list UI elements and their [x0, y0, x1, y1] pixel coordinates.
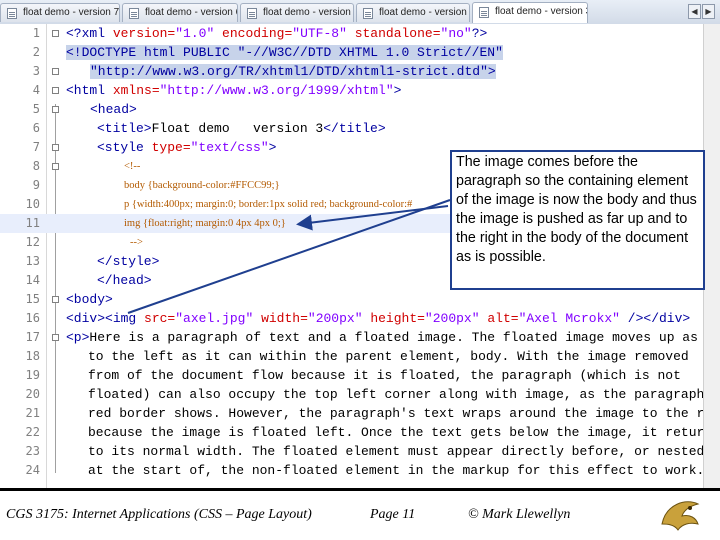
code-text: </style> [97, 254, 160, 269]
code-line-19: 19 from of the document flow because it … [0, 366, 720, 385]
scroll-left-icon[interactable]: ◀ [688, 4, 701, 19]
author: © Mark Llewellyn [468, 507, 571, 522]
line-number: 9 [32, 178, 40, 192]
code-text: <body> [66, 292, 113, 307]
code-text: p {width:400px; margin:0; border:1px sol… [124, 199, 413, 210]
code-text: to the left as it can within the parent … [88, 349, 689, 364]
code-text: <head> [90, 102, 137, 117]
code-text: <?xml version="1.0" encoding="UTF-8" sta… [66, 26, 488, 41]
line-number: 1 [32, 26, 40, 40]
code-text: <div><img src="axel.jpg" width="200px" h… [66, 311, 691, 326]
code-text: <!DOCTYPE html PUBLIC "-//W3C//DTD XHTML… [66, 45, 503, 60]
tab-label: float demo - version 7.html [23, 7, 120, 18]
file-icon [479, 7, 489, 18]
scroll-right-icon[interactable]: ▶ [702, 4, 715, 19]
line-number: 15 [25, 292, 40, 306]
code-text: red border shows. However, the paragraph… [88, 406, 720, 421]
line-number: 23 [25, 444, 40, 458]
code-line-24: 24 at the start of, the non-floated elem… [0, 461, 720, 480]
tab-float-demo-v4[interactable]: float demo - version 4.html [356, 3, 470, 22]
code-text: <!-- [124, 161, 141, 172]
code-text: </head> [97, 273, 152, 288]
code-line-21: 21 red border shows. However, the paragr… [0, 404, 720, 423]
code-text: because the image is floated left. Once … [88, 425, 720, 440]
file-icon [129, 8, 139, 19]
line-number: 12 [25, 235, 40, 249]
line-number: 11 [25, 216, 40, 230]
tab-label: float demo - version 3.html [495, 6, 587, 17]
tab-float-demo-v6[interactable]: float demo - version 6.html [122, 3, 238, 22]
line-number: 22 [25, 425, 40, 439]
code-line-23: 23 to its normal width. The floated elem… [0, 442, 720, 461]
code-text: <style type="text/css"> [97, 140, 277, 155]
line-number: 5 [32, 102, 40, 116]
code-text: <title>Float demo version 3</title> [97, 121, 386, 136]
line-number: 2 [32, 45, 40, 59]
line-number: 16 [25, 311, 40, 325]
file-icon [247, 8, 257, 19]
logo-icon [656, 494, 704, 536]
code-line-6: 6 <title>Float demo version 3</title> [0, 119, 720, 138]
page-number: Page 11 [370, 507, 416, 522]
code-line-20: 20 floated) can also occupy the top left… [0, 385, 720, 404]
line-number: 18 [25, 349, 40, 363]
line-number: 13 [25, 254, 40, 268]
tab-float-demo-v3a[interactable]: float demo - version 3.html [240, 3, 354, 22]
code-text: from of the document flow because it is … [88, 368, 681, 383]
vertical-scrollbar[interactable] [703, 24, 720, 488]
line-number: 10 [25, 197, 40, 211]
annotation-callout: The image comes before the paragraph so … [450, 150, 705, 290]
code-line-3: 3 "http://www.w3.org/TR/xhtml1/DTD/xhtml… [0, 62, 720, 81]
code-line-5: 5 <head> [0, 100, 720, 119]
code-text: img {float:right; margin:0 4px 4px 0;} [124, 218, 286, 229]
line-number: 21 [25, 406, 40, 420]
tab-label: float demo - version 4.html [379, 7, 469, 18]
line-number: 19 [25, 368, 40, 382]
line-number: 17 [25, 330, 40, 344]
code-text: "http://www.w3.org/TR/xhtml1/DTD/xhtml1-… [90, 64, 496, 79]
code-text: --> [130, 237, 143, 248]
code-line-1: 1 <?xml version="1.0" encoding="UTF-8" s… [0, 24, 720, 43]
code-line-15: 15 <body> [0, 290, 720, 309]
code-line-4: 4 <html xmlns="http://www.w3.org/1999/xh… [0, 81, 720, 100]
tab-float-demo-v3-active[interactable]: float demo - version 3.html [472, 2, 588, 23]
code-line-18: 18 to the left as it can within the pare… [0, 347, 720, 366]
code-text: <html xmlns="http://www.w3.org/1999/xhtm… [66, 83, 402, 98]
code-text: to its normal width. The floated element… [88, 444, 705, 459]
line-number: 3 [32, 64, 40, 78]
code-line-2: 2 <!DOCTYPE html PUBLIC "-//W3C//DTD XHT… [0, 43, 720, 62]
code-line-22: 22 because the image is floated left. On… [0, 423, 720, 442]
line-number: 6 [32, 121, 40, 135]
line-number: 20 [25, 387, 40, 401]
code-text: at the start of, the non-floated element… [88, 463, 705, 478]
line-number: 24 [25, 463, 40, 477]
line-number: 7 [32, 140, 40, 154]
callout-text: The image comes before the paragraph so … [456, 154, 697, 265]
code-text: floated) can also occupy the top left co… [88, 387, 720, 402]
code-text: <p>Here is a paragraph of text and a flo… [66, 330, 720, 345]
tab-bar: float demo - version 7.html float demo -… [0, 0, 720, 25]
file-icon [363, 8, 373, 19]
file-icon [7, 8, 17, 19]
tab-label: float demo - version 6.html [145, 7, 237, 18]
tab-float-demo-v7[interactable]: float demo - version 7.html [0, 3, 120, 22]
slide-footer: CGS 3175: Internet Applications (CSS – P… [0, 488, 720, 540]
code-text: body {background-color:#FFCC99;} [124, 180, 280, 191]
line-number: 14 [25, 273, 40, 287]
line-number: 4 [32, 83, 40, 97]
code-line-17: 17 <p>Here is a paragraph of text and a … [0, 328, 720, 347]
tab-label: float demo - version 3.html [263, 7, 353, 18]
line-number: 8 [32, 159, 40, 173]
code-line-16: 16 <div><img src="axel.jpg" width="200px… [0, 309, 720, 328]
course-title: CGS 3175: Internet Applications (CSS – P… [6, 507, 312, 522]
